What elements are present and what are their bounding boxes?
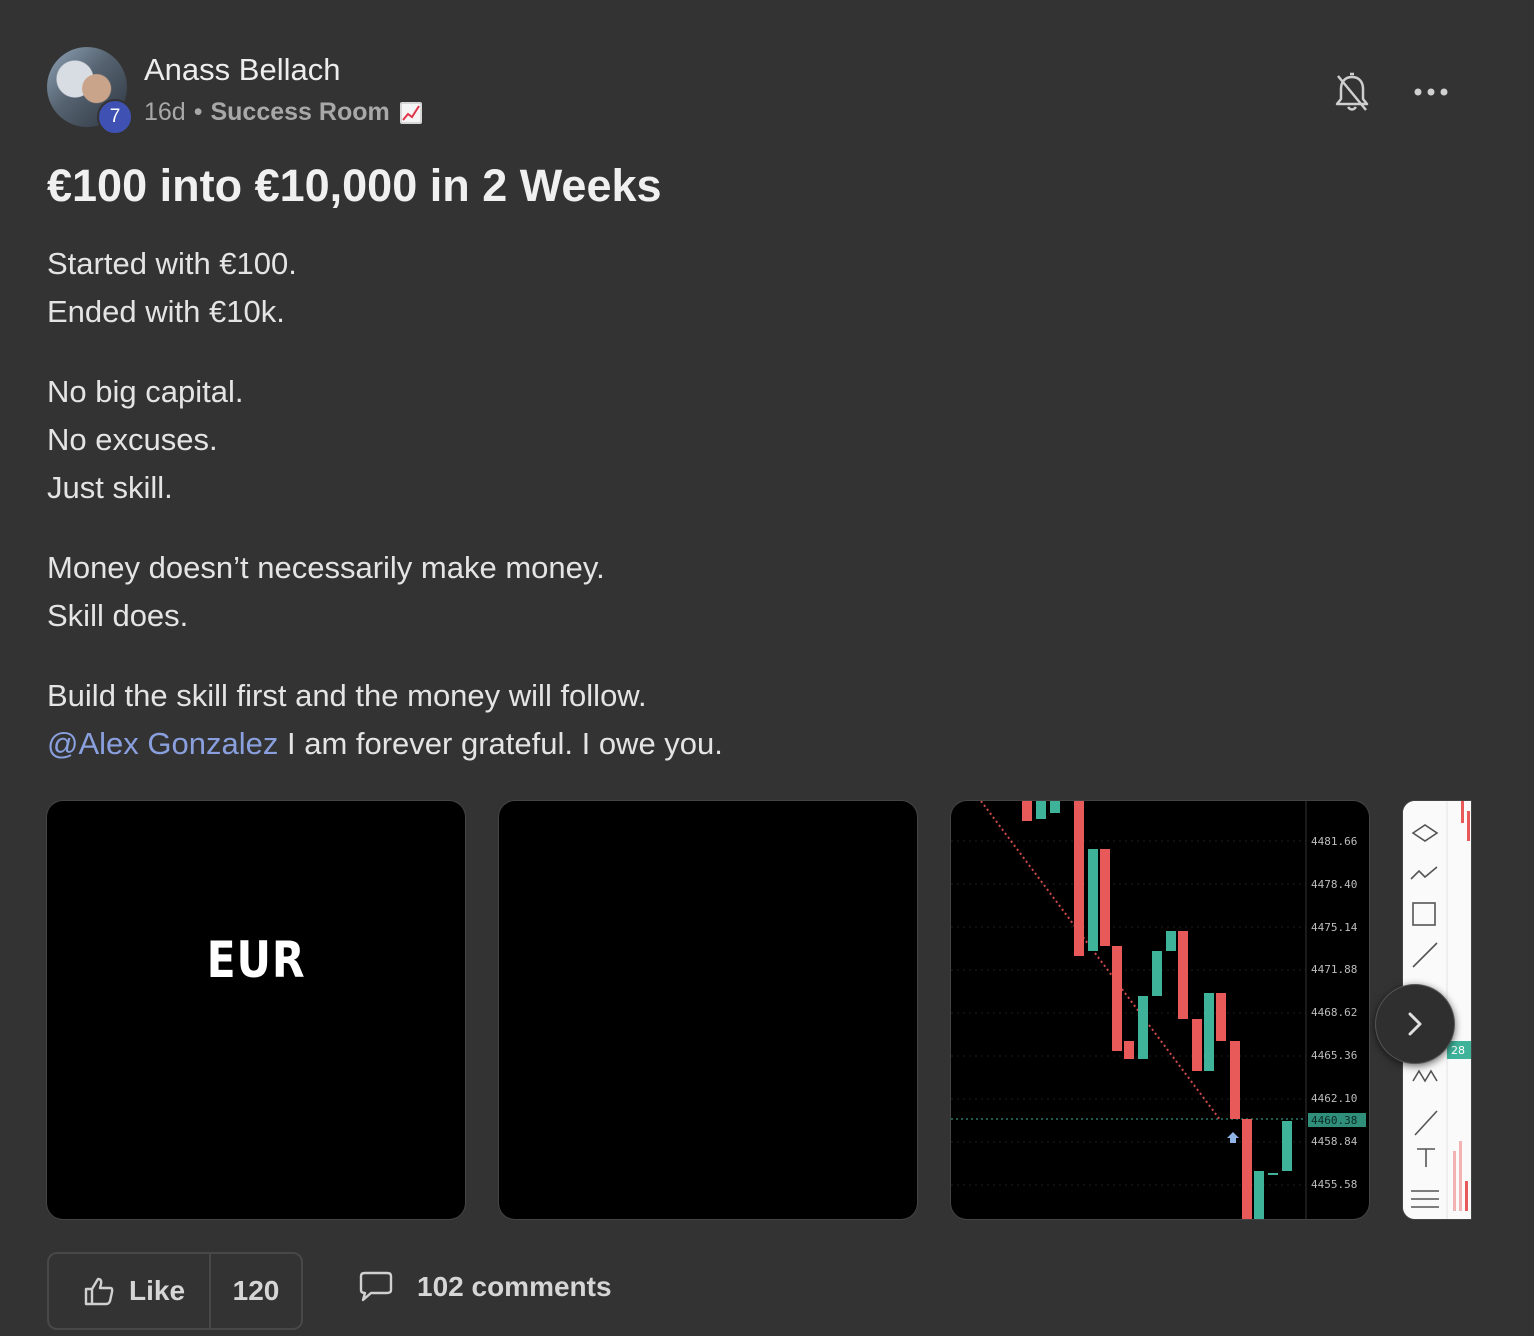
candle	[1242, 1119, 1252, 1219]
candle	[1124, 1041, 1134, 1059]
comment-icon	[359, 1271, 393, 1302]
text-line: Money doesn’t necessarily make money.	[47, 550, 605, 585]
more-options-icon[interactable]	[1412, 82, 1450, 102]
post-body: Started with €100. Ended with €10k. No b…	[47, 240, 1347, 800]
eur-label: EUR	[206, 931, 306, 989]
candle	[1100, 849, 1110, 946]
price-label: 4465.36	[1311, 1049, 1357, 1062]
media-tile-blank[interactable]	[499, 801, 917, 1219]
like-count[interactable]: 120	[211, 1275, 301, 1307]
room-link[interactable]: Success Room	[210, 98, 389, 127]
candle	[1230, 1041, 1240, 1119]
candle	[1192, 1019, 1202, 1071]
mention-text: I am forever grateful. I owe you.	[278, 726, 723, 761]
text-line: Just skill.	[47, 470, 173, 505]
text-line: Started with €100.	[47, 246, 297, 281]
paragraph: Build the skill first and the money will…	[47, 672, 1347, 768]
price-label: 4468.62	[1311, 1006, 1357, 1019]
price-label: 4460.38	[1311, 1114, 1357, 1127]
candle	[1036, 801, 1046, 819]
post-title: €100 into €10,000 in 2 Weeks	[47, 160, 662, 211]
post-age: 16d	[144, 98, 186, 126]
text-line: Ended with €10k.	[47, 294, 285, 329]
author-name[interactable]: Anass Bellach	[144, 52, 340, 88]
price-label: 4458.84	[1311, 1135, 1358, 1148]
thumbs-up-icon	[84, 1277, 114, 1306]
text-line: Skill does.	[47, 598, 189, 633]
comments-label: 102 comments	[417, 1271, 612, 1302]
price-label: 4475.14	[1311, 921, 1358, 934]
candle	[1166, 931, 1176, 951]
meta-separator: •	[193, 98, 203, 126]
media-tile-chart[interactable]: 4481.66 4478.40 4475.14 4471.88 4468.62 4465.…	[951, 801, 1369, 1219]
candle	[1112, 946, 1122, 1051]
candle	[1204, 993, 1214, 1071]
candle	[1282, 1121, 1292, 1171]
arrow-marker	[1227, 1132, 1239, 1143]
candle	[1254, 1171, 1264, 1219]
candlestick-chart: 4481.66 4478.40 4475.14 4471.88 4468.62 4465.…	[951, 801, 1366, 1219]
price-label: 4471.88	[1311, 963, 1357, 976]
text-line: No excuses.	[47, 422, 218, 457]
mention-link[interactable]: @Alex Gonzalez	[47, 726, 278, 761]
like-label: Like	[129, 1275, 186, 1306]
paragraph: Money doesn’t necessarily make money. Sk…	[47, 544, 1347, 640]
like-control: Like 120	[47, 1252, 303, 1330]
comments-button[interactable]: 102 comments	[357, 1270, 612, 1304]
chart-increasing-icon	[399, 101, 422, 124]
post-meta: 16d • Success Room	[144, 98, 422, 127]
carousel-next-button[interactable]	[1375, 984, 1455, 1064]
candle	[1216, 993, 1226, 1041]
price-label: 4462.10	[1311, 1092, 1357, 1105]
text-line: Build the skill first and the money will…	[47, 678, 647, 713]
side-badge: 28	[1451, 1044, 1465, 1057]
candle	[1268, 1173, 1278, 1175]
price-label: 4481.66	[1311, 835, 1357, 848]
price-label: 4478.40	[1311, 878, 1357, 891]
paragraph: No big capital. No excuses. Just skill.	[47, 368, 1347, 512]
chevron-right-icon	[1408, 1012, 1422, 1036]
paragraph: Started with €100. Ended with €10k.	[47, 240, 1347, 336]
candle	[1152, 951, 1162, 996]
text-line: No big capital.	[47, 374, 244, 409]
media-tile-eur[interactable]: EUR	[47, 801, 465, 1219]
candle	[1138, 996, 1148, 1059]
candle	[1088, 849, 1098, 951]
bell-off-icon[interactable]	[1333, 72, 1371, 114]
candle	[1074, 801, 1084, 956]
level-badge: 7	[97, 99, 133, 135]
candle	[1178, 931, 1188, 1019]
candle	[1022, 801, 1032, 821]
price-label: 4455.58	[1311, 1178, 1357, 1191]
candle	[1050, 801, 1060, 813]
like-button[interactable]: Like	[49, 1254, 211, 1328]
mention-line: @Alex Gonzalez I am forever grateful. I …	[47, 720, 1347, 768]
